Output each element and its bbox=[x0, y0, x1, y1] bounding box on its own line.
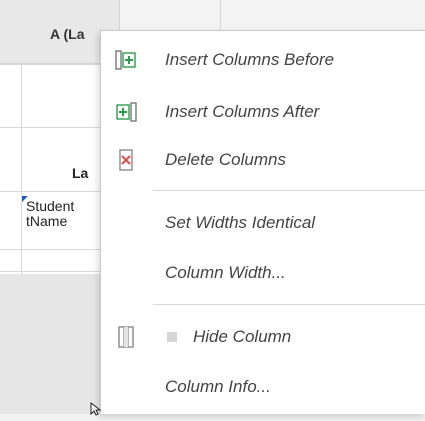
insert-columns-before-icon bbox=[115, 49, 137, 71]
grid-line bbox=[0, 271, 100, 272]
cell-header-text[interactable]: La bbox=[72, 165, 88, 181]
menu-item-label: Column Info... bbox=[165, 377, 271, 396]
menu-item-hide-column[interactable]: Hide Column bbox=[101, 317, 425, 357]
grid-line bbox=[0, 191, 100, 192]
cell-text-line: tName bbox=[26, 213, 68, 229]
menu-item-label: Insert Columns Before bbox=[165, 50, 335, 69]
column-header-row bbox=[120, 0, 425, 32]
column-context-menu: Insert Columns Before Insert Columns Aft… bbox=[100, 30, 425, 414]
column-a-header-label: A (La bbox=[50, 26, 85, 42]
menu-item-insert-columns-after[interactable]: Insert Columns After bbox=[101, 92, 425, 132]
menu-item-label: Delete Columns bbox=[165, 150, 286, 169]
cell-text-line: Student bbox=[26, 199, 75, 214]
menu-item-set-widths-identical[interactable]: Set Widths Identical bbox=[101, 203, 425, 243]
grid-line bbox=[21, 64, 22, 274]
menu-item-label: Insert Columns After bbox=[165, 102, 320, 121]
menu-item-label: Column Width... bbox=[165, 263, 286, 282]
grid-line bbox=[0, 127, 100, 128]
hide-column-checkbox[interactable] bbox=[167, 332, 177, 342]
menu-item-delete-columns[interactable]: Delete Columns bbox=[101, 140, 425, 180]
hide-column-icon bbox=[115, 326, 137, 348]
grid-line bbox=[0, 64, 100, 65]
menu-separator bbox=[153, 190, 425, 191]
menu-separator bbox=[153, 304, 425, 305]
column-divider bbox=[220, 0, 221, 32]
delete-columns-icon bbox=[115, 149, 137, 171]
cell-student-name[interactable]: Student tName bbox=[26, 199, 101, 229]
menu-item-column-info[interactable]: Column Info... bbox=[101, 367, 425, 407]
menu-item-label: Set Widths Identical bbox=[165, 213, 316, 232]
insert-columns-after-icon bbox=[115, 101, 137, 123]
menu-item-insert-columns-before[interactable]: Insert Columns Before bbox=[101, 40, 425, 80]
menu-item-label: Hide Column bbox=[193, 327, 292, 346]
grid-line bbox=[0, 249, 100, 250]
menu-item-column-width[interactable]: Column Width... bbox=[101, 253, 425, 293]
